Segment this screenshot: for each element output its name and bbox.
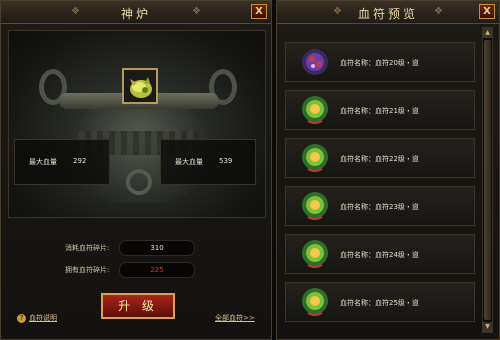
current-stat-box: 最大血量 292 xyxy=(14,139,110,185)
help-link[interactable]: ? 血符说明 xyxy=(17,313,57,323)
next-stat-box: 最大血量 539 xyxy=(160,139,256,185)
furnace-panel: ❖ 神炉 ❖ X 最大血量 292 最大血量 539 消耗血符碎片: 310 拥… xyxy=(0,0,272,340)
upgrade-button[interactable]: 升 级 xyxy=(101,293,175,319)
list-item[interactable]: 血符名称：血符21级・道 xyxy=(285,90,475,130)
blood-rune-slot[interactable] xyxy=(122,68,158,104)
rune-name: 血符名称：血符21级・道 xyxy=(340,107,419,115)
green-rune-icon xyxy=(302,144,328,172)
rune-name: 血符名称：血符25级・道 xyxy=(340,299,419,307)
list-scrollbar[interactable]: ▲ ▼ xyxy=(482,27,493,333)
rune-preview-panel: ❖ 血符预览 ❖ X 血符名称：血符20级・道 血符名称：血符21级・道 血符名… xyxy=(276,0,500,340)
furnace-titlebar: ❖ 神炉 ❖ X xyxy=(1,1,271,24)
next-stat-label: 最大血量 xyxy=(175,158,203,166)
list-item[interactable]: 血符名称：血符20级・道 xyxy=(285,42,475,82)
list-item[interactable]: 血符名称：血符25级・道 xyxy=(285,282,475,322)
title-ornament-right: ❖ xyxy=(434,6,443,17)
furnace-close-button[interactable]: X xyxy=(251,4,267,19)
preview-close-button[interactable]: X xyxy=(479,4,495,19)
rune-name: 血符名称：血符22级・道 xyxy=(340,155,419,163)
help-link-label: 血符说明 xyxy=(29,314,57,322)
green-rune-icon xyxy=(302,288,328,316)
cost-value: 310 xyxy=(119,240,195,256)
furnace-display: 最大血量 292 最大血量 539 xyxy=(8,30,266,218)
list-item[interactable]: 血符名称：血符24级・道 xyxy=(285,234,475,274)
next-stat-value: 539 xyxy=(219,157,233,165)
furnace-title: 神炉 xyxy=(120,7,151,21)
title-ornament-right: ❖ xyxy=(192,6,201,17)
rune-name: 血符名称：血符23级・道 xyxy=(340,203,419,211)
current-stat-label: 最大血量 xyxy=(29,158,57,166)
rune-name: 血符名称：血符20级・道 xyxy=(340,59,419,67)
preview-titlebar: ❖ 血符预览 ❖ X xyxy=(277,1,499,24)
cost-label: 消耗血符碎片: xyxy=(65,244,110,252)
cauldron-ring xyxy=(126,169,152,195)
green-rune-icon xyxy=(302,240,328,268)
scroll-thumb[interactable] xyxy=(484,40,491,320)
scroll-down-icon[interactable]: ▼ xyxy=(483,322,492,332)
owned-row: 拥有血符碎片: 225 xyxy=(1,262,273,278)
green-rune-icon xyxy=(302,192,328,220)
cost-row: 消耗血符碎片: 310 xyxy=(1,240,273,256)
scroll-up-icon[interactable]: ▲ xyxy=(483,28,492,38)
green-rune-icon xyxy=(302,96,328,124)
rune-list: 血符名称：血符20级・道 血符名称：血符21级・道 血符名称：血符22级・道 血… xyxy=(285,34,477,330)
current-stat-value: 292 xyxy=(73,157,87,165)
all-runes-link[interactable]: 全部血符>> xyxy=(215,313,255,323)
green-rune-icon xyxy=(130,77,152,98)
list-item[interactable]: 血符名称：血符22级・道 xyxy=(285,138,475,178)
preview-title: 血符预览 xyxy=(357,7,418,21)
question-icon: ? xyxy=(17,313,26,323)
purple-rune-icon xyxy=(302,49,328,75)
owned-value: 225 xyxy=(119,262,195,278)
owned-label: 拥有血符碎片: xyxy=(65,266,110,274)
list-item[interactable]: 血符名称：血符23级・道 xyxy=(285,186,475,226)
rune-name: 血符名称：血符24级・道 xyxy=(340,251,419,259)
